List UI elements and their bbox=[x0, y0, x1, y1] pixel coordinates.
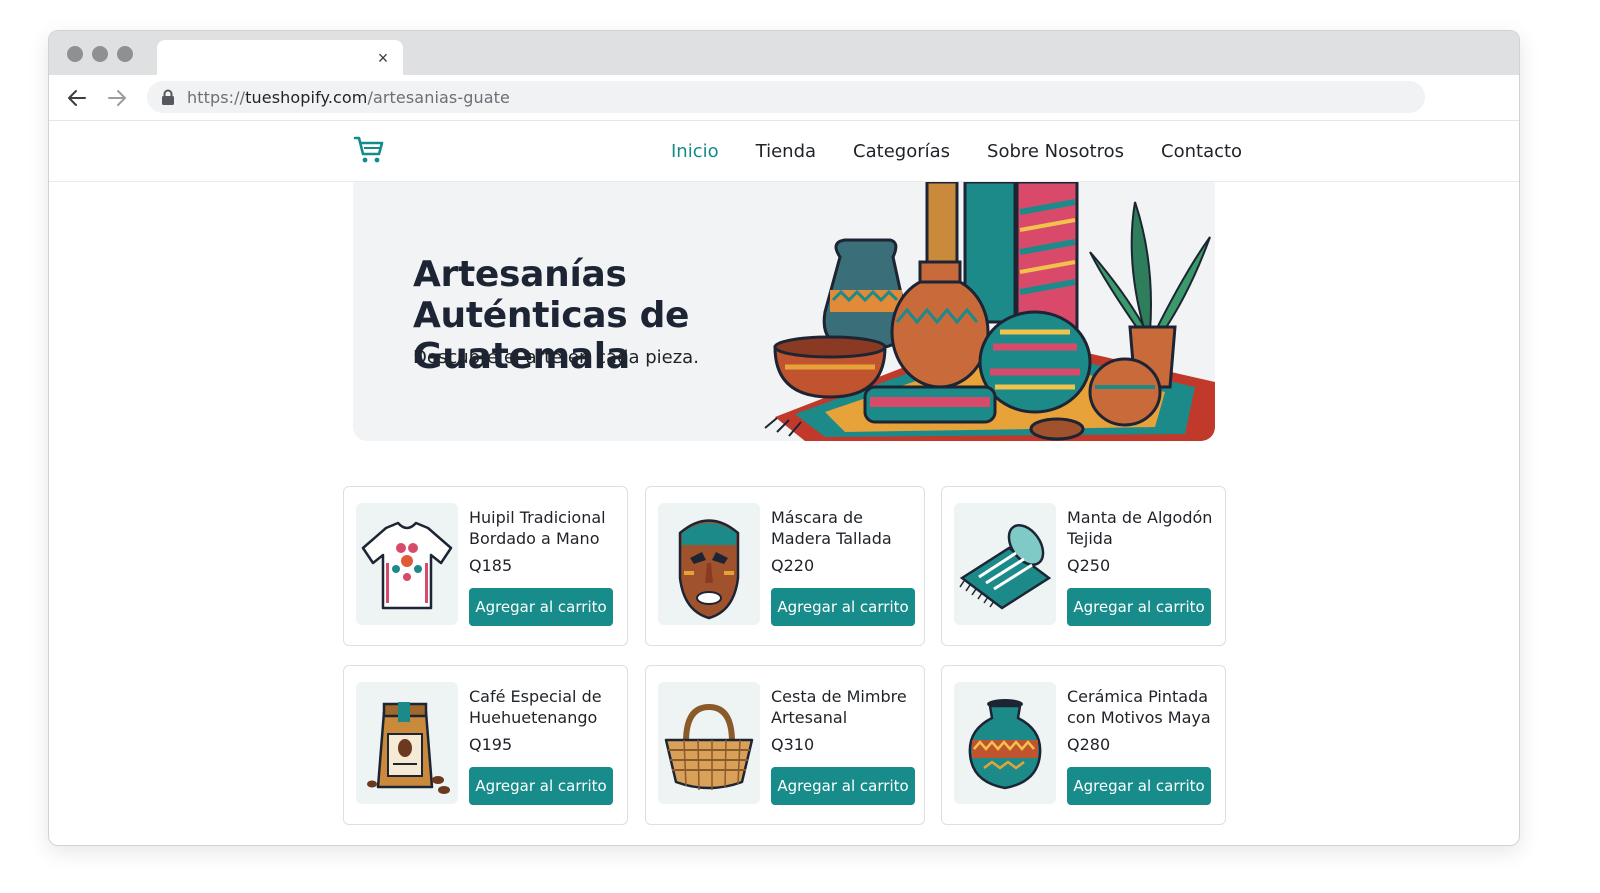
product-image[interactable] bbox=[356, 682, 458, 804]
add-to-cart-button[interactable]: Agregar al carrito bbox=[469, 588, 613, 626]
product-card: Máscara de Madera Tallada Q220 Agregar a… bbox=[645, 486, 925, 646]
url-text: https://tueshopify.com/artesanias-guate bbox=[187, 88, 510, 107]
add-to-cart-button[interactable]: Agregar al carrito bbox=[469, 767, 613, 805]
url-input[interactable]: https://tueshopify.com/artesanias-guate bbox=[147, 81, 1425, 113]
product-card: Cesta de Mimbre Artesanal Q310 Agregar a… bbox=[645, 665, 925, 825]
product-card: Manta de Algodón Tejida Q250 Agregar al … bbox=[941, 486, 1226, 646]
add-to-cart-button[interactable]: Agregar al carrito bbox=[1067, 588, 1211, 626]
product-image[interactable] bbox=[954, 682, 1056, 804]
product-image[interactable] bbox=[356, 503, 458, 625]
huipil-shirt-icon bbox=[361, 521, 453, 610]
hero-banner: Artesanías Auténticas de Guatemala Descu… bbox=[353, 182, 1215, 441]
painted-vase-icon bbox=[968, 699, 1042, 790]
product-price: Q280 bbox=[1067, 735, 1111, 754]
product-price: Q220 bbox=[771, 556, 815, 575]
crafts-illustration-icon bbox=[764, 182, 1215, 441]
product-name: Cesta de Mimbre Artesanal bbox=[771, 687, 907, 727]
add-to-cart-button[interactable]: Agregar al carrito bbox=[771, 767, 915, 805]
tab-close-icon[interactable]: × bbox=[373, 48, 393, 68]
product-price: Q195 bbox=[469, 735, 513, 754]
browser-titlebar: × bbox=[49, 31, 1519, 76]
product-name: Manta de Algodón Tejida bbox=[1067, 508, 1213, 548]
url-path: /artesanias-guate bbox=[367, 88, 510, 107]
url-domain: tueshopify.com bbox=[245, 88, 368, 107]
forward-arrow-icon[interactable] bbox=[105, 86, 129, 110]
coffee-bag-icon bbox=[367, 702, 450, 794]
url-scheme: https:// bbox=[187, 88, 246, 107]
product-image[interactable] bbox=[658, 503, 760, 625]
wicker-basket-icon bbox=[664, 703, 754, 791]
product-name: Cerámica Pintada con Motivos Maya bbox=[1067, 687, 1211, 727]
back-arrow-icon[interactable] bbox=[65, 86, 89, 110]
wooden-mask-icon bbox=[678, 519, 740, 620]
window-close-dot[interactable] bbox=[67, 46, 83, 62]
product-name: Huipil Tradicional Bordado a Mano bbox=[469, 508, 606, 548]
woven-blanket-icon bbox=[959, 524, 1052, 610]
product-name: Máscara de Madera Tallada bbox=[771, 508, 892, 548]
lock-icon bbox=[162, 89, 174, 105]
browser-window: × https://tueshopify.com/artesanias-guat… bbox=[48, 30, 1520, 846]
product-image[interactable] bbox=[954, 503, 1056, 625]
product-card: Huipil Tradicional Bordado a Mano Q185 A… bbox=[343, 486, 628, 646]
hero-subtitle: Descubre el arte en cada pieza. bbox=[413, 347, 699, 368]
product-card: Café Especial de Huehuetenango Q195 Agre… bbox=[343, 665, 628, 825]
browser-tab[interactable]: × bbox=[157, 40, 403, 76]
product-price: Q310 bbox=[771, 735, 815, 754]
nav-item-categorias[interactable]: Categorías bbox=[853, 141, 950, 162]
window-maximize-dot[interactable] bbox=[117, 46, 133, 62]
site-header: Inicio Tienda Categorías Sobre Nosotros … bbox=[49, 121, 1519, 182]
nav-item-contacto[interactable]: Contacto bbox=[1161, 141, 1242, 162]
nav-item-inicio[interactable]: Inicio bbox=[671, 141, 719, 162]
main-nav: Inicio Tienda Categorías Sobre Nosotros … bbox=[671, 141, 1279, 162]
nav-item-tienda[interactable]: Tienda bbox=[756, 141, 816, 162]
product-name: Café Especial de Huehuetenango bbox=[469, 687, 602, 727]
window-minimize-dot[interactable] bbox=[92, 46, 108, 62]
add-to-cart-button[interactable]: Agregar al carrito bbox=[1067, 767, 1211, 805]
nav-item-sobre-nosotros[interactable]: Sobre Nosotros bbox=[987, 141, 1124, 162]
address-bar: https://tueshopify.com/artesanias-guate bbox=[49, 75, 1519, 121]
product-image[interactable] bbox=[658, 682, 760, 804]
product-price: Q250 bbox=[1067, 556, 1111, 575]
add-to-cart-button[interactable]: Agregar al carrito bbox=[771, 588, 915, 626]
shopping-cart-icon[interactable] bbox=[353, 134, 385, 166]
product-price: Q185 bbox=[469, 556, 513, 575]
product-card: Cerámica Pintada con Motivos Maya Q280 A… bbox=[941, 665, 1226, 825]
